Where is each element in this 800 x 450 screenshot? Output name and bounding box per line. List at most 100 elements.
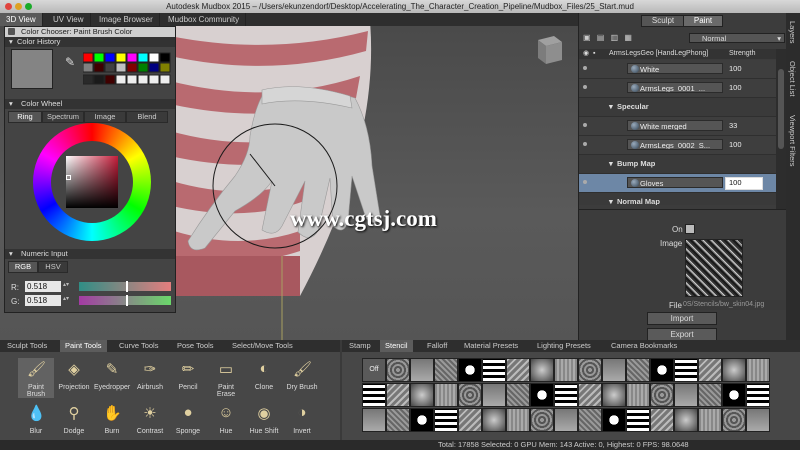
stencil-thumbnail[interactable] [530, 358, 554, 382]
tool-clone[interactable]: ◐ Clone [246, 358, 282, 398]
r-value-input[interactable]: 0.518 [25, 281, 61, 292]
tab-image[interactable]: Image [84, 111, 126, 123]
layer-strength-value[interactable]: 100 [729, 178, 742, 187]
layer-strength-value[interactable]: 33 [729, 121, 737, 130]
tab-hsv[interactable]: HSV [38, 261, 68, 273]
layer-row[interactable]: ArmsLegs_0001_... 100 [579, 79, 776, 98]
tool-hue-shift[interactable]: ◉ Hue Shift [246, 402, 282, 442]
stencil-thumbnail[interactable] [626, 358, 650, 382]
stencil-thumbnail[interactable] [434, 408, 458, 432]
stencil-thumbnail[interactable] [506, 383, 530, 407]
stencil-image-thumbnail[interactable] [685, 239, 743, 297]
stencil-thumbnail[interactable] [506, 408, 530, 432]
stencil-thumbnail[interactable] [722, 383, 746, 407]
minimize-window-button[interactable] [15, 3, 22, 10]
stencil-thumbnail[interactable] [482, 383, 506, 407]
r-slider-handle[interactable] [126, 281, 128, 292]
tab-pose-tools[interactable]: Pose Tools [172, 340, 219, 352]
tool-eyedropper[interactable]: ✎ Eyedropper [94, 358, 130, 398]
g-slider-handle[interactable] [126, 295, 128, 306]
layer-name-field[interactable]: ArmsLegs_0001_... [627, 82, 723, 93]
layer-row[interactable]: Gloves 100 [579, 174, 776, 193]
tool-dry-brush[interactable]: 🖌 Dry Brush [284, 358, 320, 398]
visibility-eye-icon[interactable] [583, 85, 587, 89]
tool-invert[interactable]: ◑ Invert [284, 402, 320, 442]
layer-row[interactable]: White merged 33 [579, 117, 776, 136]
close-window-button[interactable] [5, 3, 12, 10]
new-layer-icon[interactable]: ▣ [583, 33, 591, 42]
layer-group-row[interactable]: ▾ Bump Map [579, 155, 776, 174]
stencil-thumbnail[interactable] [578, 358, 602, 382]
layer-name-field[interactable]: ArmsLegs_0002_S... [627, 139, 723, 150]
tab-paint-tools[interactable]: Paint Tools [60, 340, 107, 352]
stencil-thumbnail[interactable] [602, 383, 626, 407]
stencil-thumbnail[interactable] [746, 408, 770, 432]
visibility-eye-icon[interactable] [583, 142, 587, 146]
stencil-thumbnail[interactable] [698, 383, 722, 407]
g-stepper[interactable]: ▴▾ [63, 295, 69, 302]
stencil-thumbnail[interactable] [386, 358, 410, 382]
stencil-thumbnail[interactable] [482, 358, 506, 382]
stencil-thumbnail[interactable] [602, 358, 626, 382]
stencil-thumbnail[interactable] [698, 358, 722, 382]
stencil-thumbnail[interactable] [650, 358, 674, 382]
layer-row[interactable]: White 100 [579, 60, 776, 79]
stencil-thumbnail[interactable] [554, 408, 578, 432]
stencil-thumbnail[interactable] [674, 383, 698, 407]
stencil-thumbnail[interactable] [458, 408, 482, 432]
layer-name-field[interactable]: White merged [627, 120, 723, 131]
stencil-thumbnail[interactable] [458, 383, 482, 407]
tab-sculpt[interactable]: Sculpt [641, 15, 685, 27]
layer-group-row[interactable]: ▾ Normal Map [579, 193, 776, 205]
stencil-thumbnail[interactable] [746, 383, 770, 407]
visibility-eye-icon[interactable] [583, 66, 587, 70]
tool-pencil[interactable]: ✏ Pencil [170, 358, 206, 398]
saturation-value-square[interactable] [66, 156, 118, 208]
layer-name-field[interactable]: White [627, 63, 723, 74]
layer-row[interactable]: ArmsLegs_0002_S... 100 [579, 136, 776, 155]
tool-paint-erase[interactable]: ▭ Paint Erase [208, 358, 244, 398]
color-picker-handle[interactable] [66, 175, 71, 180]
layer-name-field[interactable]: Gloves [627, 177, 723, 188]
tool-paint-brush[interactable]: 🖌 Paint Brush [18, 358, 54, 398]
stencil-thumbnail[interactable] [386, 408, 410, 432]
tool-sponge[interactable]: ● Sponge [170, 402, 206, 442]
import-button[interactable]: Import [647, 312, 717, 325]
tab-viewport-filters[interactable]: Viewport Filters [788, 115, 797, 167]
tab-rgb[interactable]: RGB [8, 261, 38, 273]
stencil-thumbnail[interactable] [650, 383, 674, 407]
color-history-header[interactable]: ▾ Color History [5, 37, 175, 47]
stencil-thumbnail[interactable] [674, 408, 698, 432]
color-history-swatches[interactable] [83, 47, 173, 97]
tab-stamp[interactable]: Stamp [344, 340, 376, 352]
stencil-thumbnail[interactable] [554, 383, 578, 407]
zoom-window-button[interactable] [25, 3, 32, 10]
tab-lighting-presets[interactable]: Lighting Presets [532, 340, 596, 352]
stencil-thumbnail[interactable] [410, 408, 434, 432]
tab-falloff[interactable]: Falloff [422, 340, 452, 352]
color-wheel-header[interactable]: ▾ Color Wheel [5, 99, 175, 109]
layer-list[interactable]: White 100 ArmsLegs_0001_... 100 ▾ Specular Whi… [579, 60, 776, 205]
eyedropper-icon[interactable]: ✎ [65, 55, 75, 69]
r-stepper[interactable]: ▴▾ [63, 281, 69, 288]
tab-blend[interactable]: Blend [126, 111, 168, 123]
stencil-thumbnail[interactable] [410, 383, 434, 407]
stencil-thumbnail[interactable] [362, 383, 386, 407]
stencil-thumbnail[interactable] [746, 358, 770, 382]
add-image-layer-icon[interactable]: ▤ [597, 33, 605, 42]
layer-group-row[interactable]: ▾ Specular [579, 98, 776, 117]
tool-contrast[interactable]: ☀ Contrast [132, 402, 168, 442]
tab-spectrum[interactable]: Spectrum [42, 111, 84, 123]
stencil-thumbnail[interactable] [434, 383, 458, 407]
tab-ring[interactable]: Ring [8, 111, 42, 123]
stencil-thumbnail[interactable] [386, 383, 410, 407]
hue-ring[interactable] [33, 123, 151, 241]
stencil-thumbnail[interactable] [626, 383, 650, 407]
collapse-arrow-icon[interactable]: ▾ [609, 98, 613, 116]
tab-uv-view[interactable]: UV View [47, 13, 91, 26]
stencil-thumbnail[interactable] [698, 408, 722, 432]
tab-stencil[interactable]: Stencil [380, 340, 413, 352]
stencil-thumbnail[interactable] [674, 358, 698, 382]
tab-curve-tools[interactable]: Curve Tools [114, 340, 163, 352]
tool-dodge[interactable]: ⚲ Dodge [56, 402, 92, 442]
